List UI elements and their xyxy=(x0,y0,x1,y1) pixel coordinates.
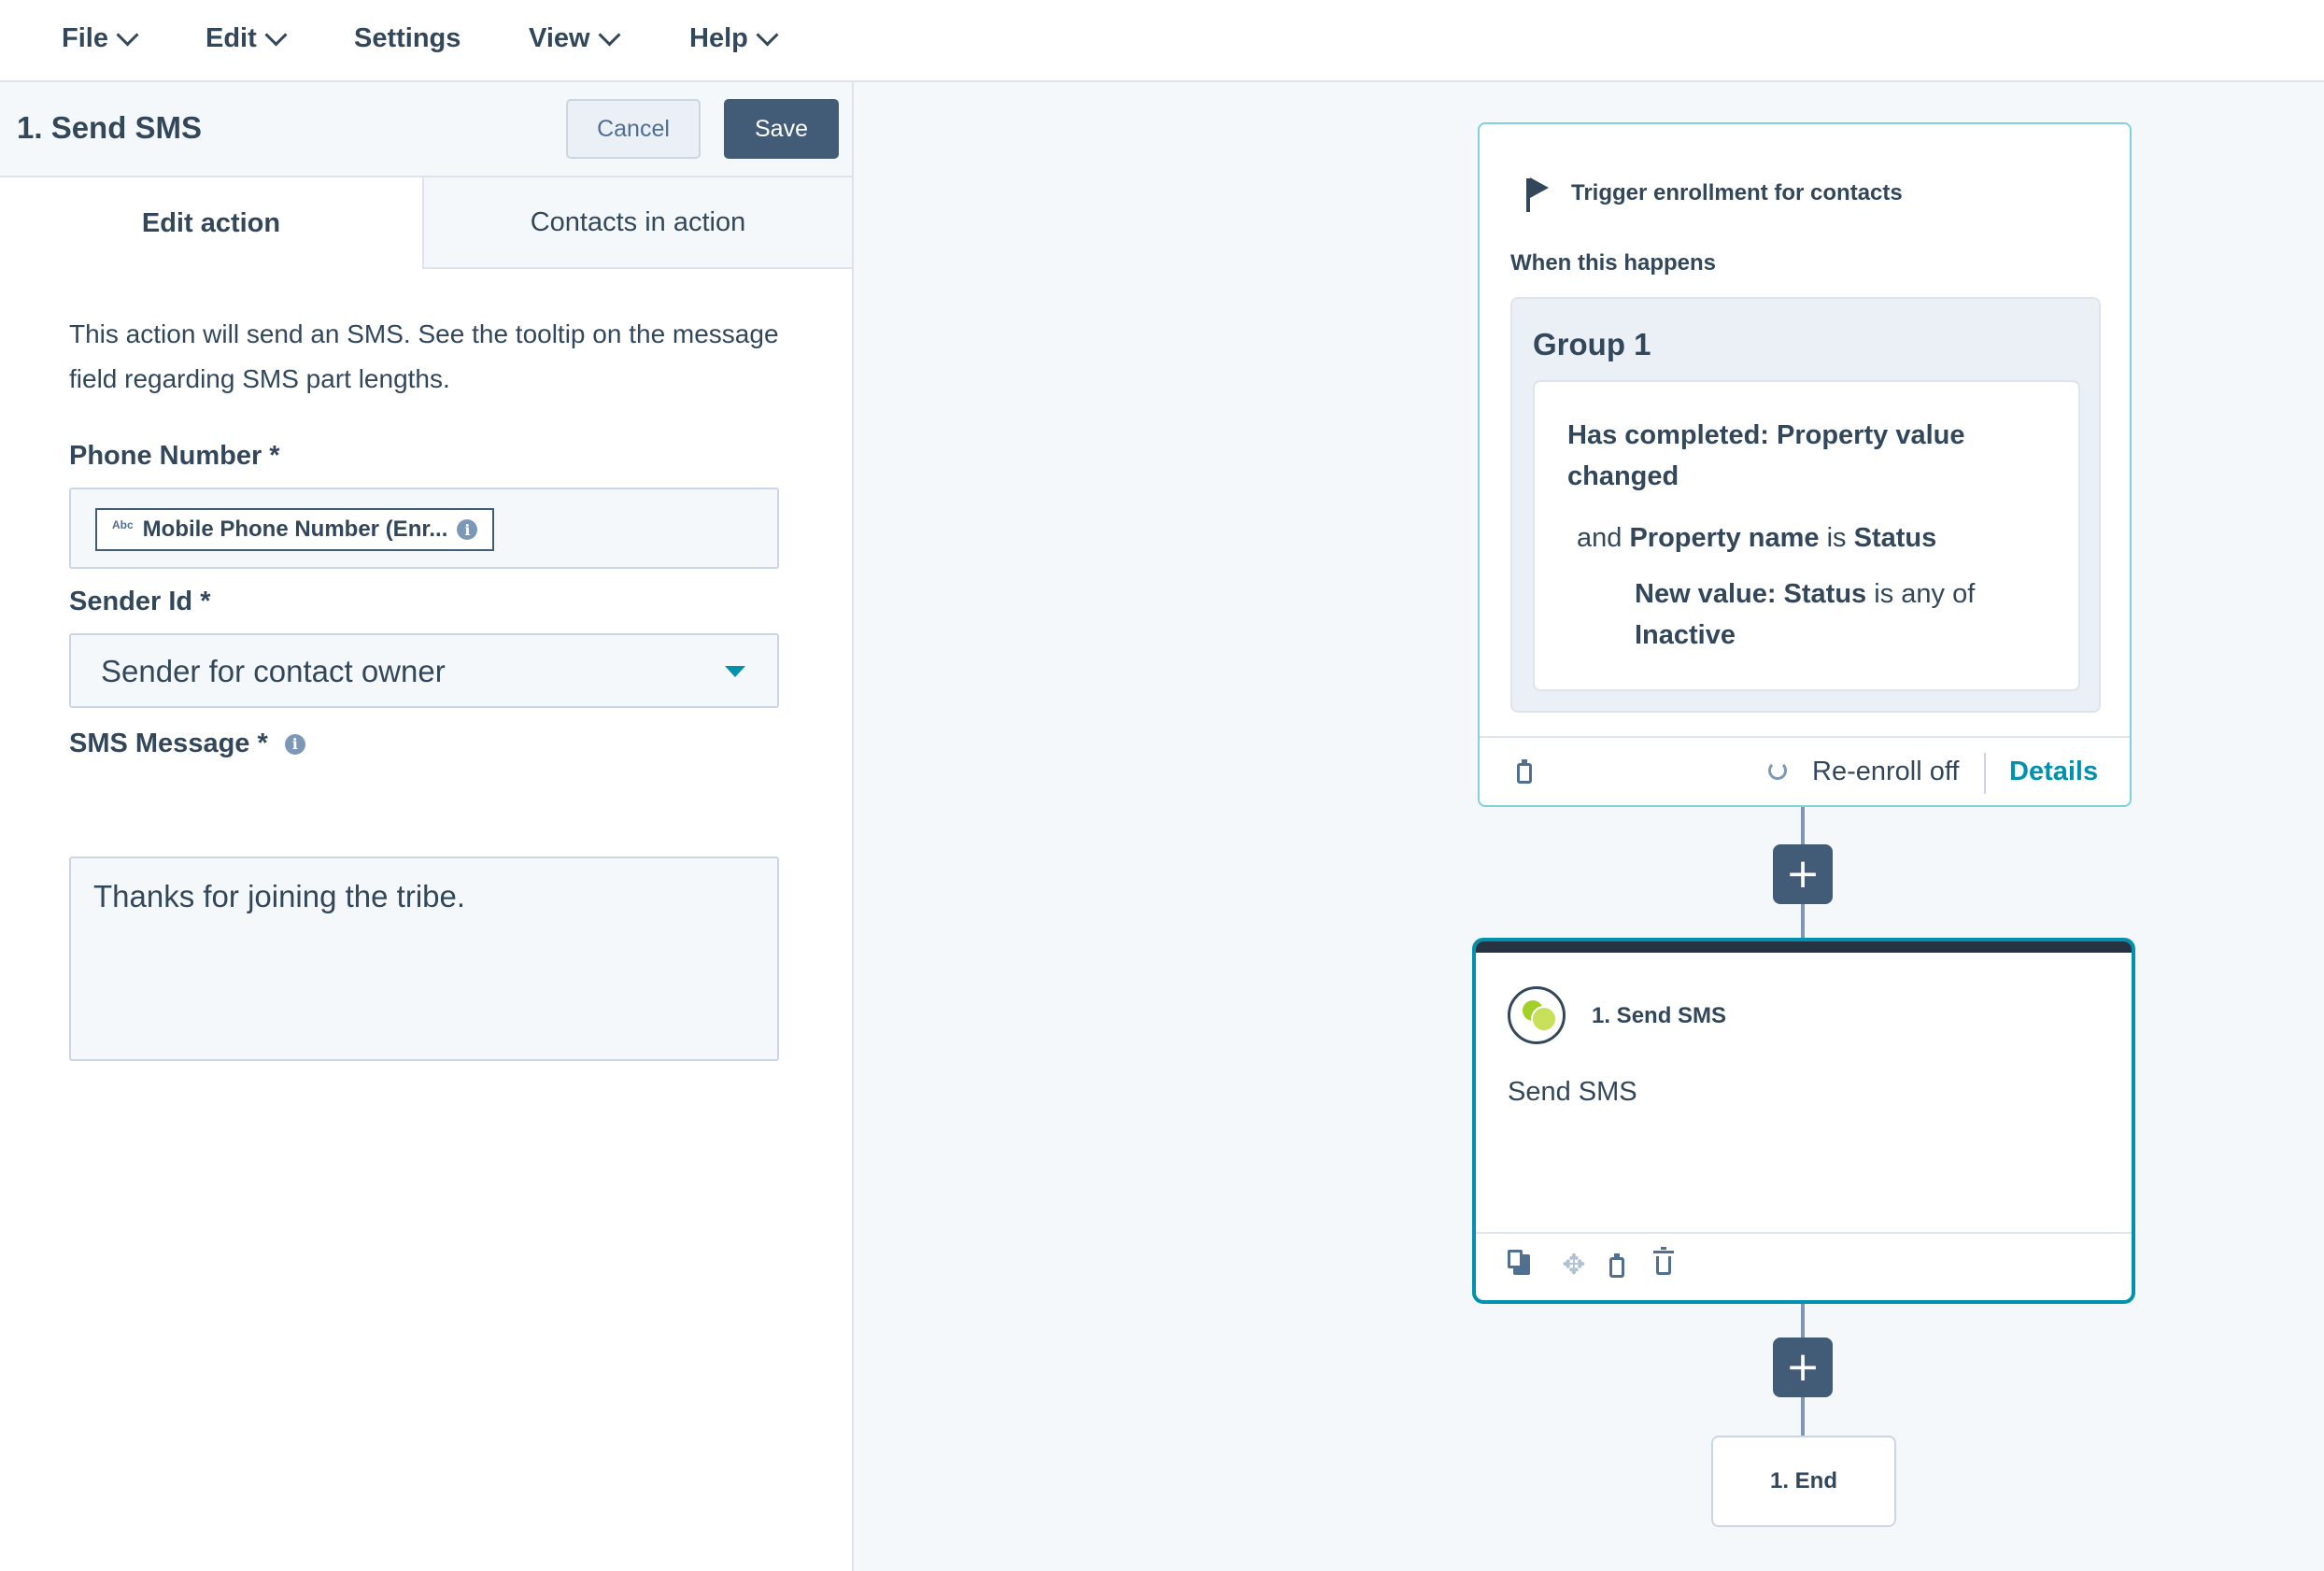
menu-edit[interactable]: Edit xyxy=(205,19,288,58)
panel-title: 1. Send SMS xyxy=(17,110,203,145)
action-title: 1. Send SMS xyxy=(1592,1003,1727,1028)
menu-settings-label: Settings xyxy=(354,22,461,53)
sms-icon xyxy=(1508,986,1566,1044)
menu-file-label: File xyxy=(62,22,108,53)
phone-number-label: Phone Number * xyxy=(69,441,280,472)
menu-edit-label: Edit xyxy=(205,22,257,53)
action-card-footer: ✥ xyxy=(1476,1232,2132,1300)
action-description: This action will send an SMS. See the to… xyxy=(69,319,779,393)
criterion-is-any-of: is any of xyxy=(1874,579,1976,609)
copy-icon[interactable] xyxy=(1508,1250,1530,1275)
criterion-new-value: New value: Status is any of Inactive xyxy=(1635,573,2027,656)
refresh-icon xyxy=(1768,761,1787,780)
caret-down-icon xyxy=(725,666,745,677)
sender-id-value: Sender for contact owner xyxy=(101,654,446,688)
add-action-button[interactable]: + xyxy=(1773,844,1833,904)
move-icon[interactable]: ✥ xyxy=(1561,1252,1587,1280)
chevron-down-icon xyxy=(116,22,139,47)
info-icon[interactable]: i xyxy=(284,733,305,755)
trigger-footer: Re-enroll off Details xyxy=(1480,736,2130,807)
menu-settings[interactable]: Settings xyxy=(354,19,461,58)
action-editor-panel: 1. Send SMS Cancel Save Edit action Cont… xyxy=(0,82,854,1571)
clipboard-icon[interactable] xyxy=(1609,1253,1624,1278)
trigger-card[interactable]: Trigger enrollment for contacts When thi… xyxy=(1478,122,2132,807)
menu-help[interactable]: Help xyxy=(689,19,779,58)
phone-number-field[interactable]: Abc Mobile Phone Number (Enr... i xyxy=(69,488,779,569)
sms-message-label-text: SMS Message * xyxy=(69,729,268,758)
criterion-property-value: Status xyxy=(1853,523,1937,553)
menu-help-label: Help xyxy=(689,22,748,53)
criterion-new-value-value: Inactive xyxy=(1635,620,1736,650)
action-card-topbar xyxy=(1476,941,2132,953)
sms-message-input[interactable]: Thanks for joining the tribe. xyxy=(69,856,779,1061)
criterion-property-name: and Property name is Status xyxy=(1577,517,1936,559)
clipboard-icon[interactable] xyxy=(1517,759,1532,784)
sms-bubble xyxy=(1531,1006,1557,1032)
phone-number-label-text: Phone Number * xyxy=(69,441,280,471)
sms-message-label: SMS Message * i xyxy=(69,729,305,759)
menu-view-label: View xyxy=(529,22,590,53)
panel-header: 1. Send SMS Cancel Save xyxy=(0,82,852,177)
details-link[interactable]: Details xyxy=(2009,757,2098,787)
text-type-icon: Abc xyxy=(112,518,134,531)
flag-icon-pennant xyxy=(1530,177,1549,198)
reenroll-status[interactable]: Re-enroll off xyxy=(1812,757,1959,787)
action-description-text: Send SMS xyxy=(1508,1077,1637,1107)
tab-edit-action[interactable]: Edit action xyxy=(0,177,424,269)
send-sms-action-card[interactable]: 1. Send SMS Send SMS ✥ xyxy=(1472,938,2135,1304)
criteria-box[interactable]: Has completed: Property value changed an… xyxy=(1533,380,2080,691)
tab-contacts-in-action[interactable]: Contacts in action xyxy=(424,177,852,269)
trigger-title: Trigger enrollment for contacts xyxy=(1571,180,1903,205)
criteria-group: Group 1 Has completed: Property value ch… xyxy=(1510,297,2101,713)
when-this-happens-label: When this happens xyxy=(1510,250,1717,276)
menu-bar: File Edit Settings View Help xyxy=(0,0,2324,82)
group-title: Group 1 xyxy=(1533,327,1651,361)
phone-number-token[interactable]: Abc Mobile Phone Number (Enr... i xyxy=(95,508,495,551)
save-button[interactable]: Save xyxy=(724,99,839,159)
criterion-is: is xyxy=(1826,523,1847,553)
criterion-event: Has completed: Property value changed xyxy=(1567,420,1965,491)
phone-number-token-label: Mobile Phone Number (Enr... xyxy=(142,517,448,542)
end-node-label: 1. End xyxy=(1769,1468,1837,1493)
criterion-new-value-label: New value: Status xyxy=(1635,579,1867,609)
sender-id-select[interactable]: Sender for contact owner xyxy=(69,633,779,708)
end-node[interactable]: 1. End xyxy=(1711,1436,1896,1527)
chevron-down-icon xyxy=(598,22,621,47)
criterion-property-label: Property name xyxy=(1629,523,1820,553)
info-icon[interactable]: i xyxy=(457,519,478,540)
cancel-button[interactable]: Cancel xyxy=(566,99,701,159)
sender-id-label-text: Sender Id * xyxy=(69,587,211,616)
criterion-and: and xyxy=(1577,523,1623,553)
menu-file[interactable]: File xyxy=(62,19,139,58)
menu-view[interactable]: View xyxy=(529,19,621,58)
chevron-down-icon xyxy=(756,22,779,47)
sender-id-label: Sender Id * xyxy=(69,587,211,617)
chevron-down-icon xyxy=(264,22,288,47)
trash-icon[interactable] xyxy=(1653,1247,1674,1275)
add-action-button[interactable]: + xyxy=(1773,1337,1833,1397)
footer-divider xyxy=(1984,753,1986,794)
